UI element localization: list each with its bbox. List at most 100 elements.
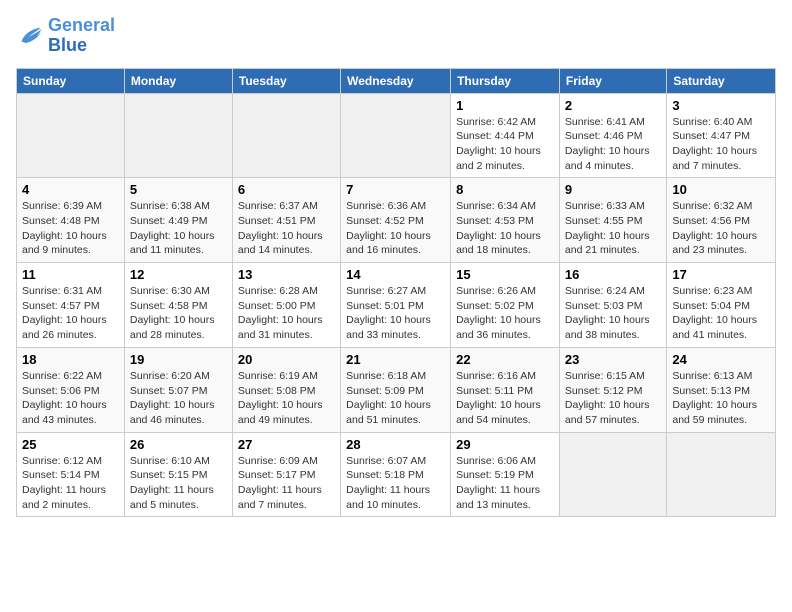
calendar-cell: 18 Sunrise: 6:22 AM Sunset: 5:06 PM Dayl… xyxy=(17,347,125,432)
col-header-wednesday: Wednesday xyxy=(341,68,451,93)
day-number: 18 xyxy=(22,352,119,367)
day-number: 5 xyxy=(130,182,227,197)
calendar-table: SundayMondayTuesdayWednesdayThursdayFrid… xyxy=(16,68,776,518)
calendar-cell: 24 Sunrise: 6:13 AM Sunset: 5:13 PM Dayl… xyxy=(667,347,776,432)
col-header-saturday: Saturday xyxy=(667,68,776,93)
day-number: 23 xyxy=(565,352,661,367)
day-number: 1 xyxy=(456,98,554,113)
calendar-cell: 12 Sunrise: 6:30 AM Sunset: 4:58 PM Dayl… xyxy=(124,263,232,348)
day-number: 22 xyxy=(456,352,554,367)
day-number: 2 xyxy=(565,98,661,113)
day-info: Sunrise: 6:30 AM Sunset: 4:58 PM Dayligh… xyxy=(130,284,227,343)
calendar-cell: 3 Sunrise: 6:40 AM Sunset: 4:47 PM Dayli… xyxy=(667,93,776,178)
calendar-cell: 7 Sunrise: 6:36 AM Sunset: 4:52 PM Dayli… xyxy=(341,178,451,263)
day-info: Sunrise: 6:15 AM Sunset: 5:12 PM Dayligh… xyxy=(565,369,661,428)
day-info: Sunrise: 6:07 AM Sunset: 5:18 PM Dayligh… xyxy=(346,454,445,513)
col-header-friday: Friday xyxy=(559,68,666,93)
calendar-cell: 15 Sunrise: 6:26 AM Sunset: 5:02 PM Dayl… xyxy=(451,263,560,348)
calendar-cell xyxy=(559,432,666,517)
day-info: Sunrise: 6:10 AM Sunset: 5:15 PM Dayligh… xyxy=(130,454,227,513)
calendar-cell: 17 Sunrise: 6:23 AM Sunset: 5:04 PM Dayl… xyxy=(667,263,776,348)
day-info: Sunrise: 6:23 AM Sunset: 5:04 PM Dayligh… xyxy=(672,284,770,343)
day-number: 28 xyxy=(346,437,445,452)
day-info: Sunrise: 6:32 AM Sunset: 4:56 PM Dayligh… xyxy=(672,199,770,258)
logo: General Blue xyxy=(16,16,115,56)
day-number: 3 xyxy=(672,98,770,113)
day-info: Sunrise: 6:31 AM Sunset: 4:57 PM Dayligh… xyxy=(22,284,119,343)
day-info: Sunrise: 6:37 AM Sunset: 4:51 PM Dayligh… xyxy=(238,199,335,258)
day-info: Sunrise: 6:22 AM Sunset: 5:06 PM Dayligh… xyxy=(22,369,119,428)
day-number: 25 xyxy=(22,437,119,452)
day-number: 9 xyxy=(565,182,661,197)
calendar-week-row: 4 Sunrise: 6:39 AM Sunset: 4:48 PM Dayli… xyxy=(17,178,776,263)
day-number: 16 xyxy=(565,267,661,282)
day-number: 19 xyxy=(130,352,227,367)
calendar-cell xyxy=(341,93,451,178)
calendar-cell: 8 Sunrise: 6:34 AM Sunset: 4:53 PM Dayli… xyxy=(451,178,560,263)
logo-text: General Blue xyxy=(48,16,115,56)
day-number: 7 xyxy=(346,182,445,197)
day-number: 24 xyxy=(672,352,770,367)
day-number: 20 xyxy=(238,352,335,367)
calendar-cell: 20 Sunrise: 6:19 AM Sunset: 5:08 PM Dayl… xyxy=(232,347,340,432)
day-number: 26 xyxy=(130,437,227,452)
calendar-cell: 16 Sunrise: 6:24 AM Sunset: 5:03 PM Dayl… xyxy=(559,263,666,348)
calendar-cell: 27 Sunrise: 6:09 AM Sunset: 5:17 PM Dayl… xyxy=(232,432,340,517)
calendar-cell: 14 Sunrise: 6:27 AM Sunset: 5:01 PM Dayl… xyxy=(341,263,451,348)
day-info: Sunrise: 6:40 AM Sunset: 4:47 PM Dayligh… xyxy=(672,115,770,174)
day-number: 27 xyxy=(238,437,335,452)
calendar-cell: 13 Sunrise: 6:28 AM Sunset: 5:00 PM Dayl… xyxy=(232,263,340,348)
calendar-cell: 19 Sunrise: 6:20 AM Sunset: 5:07 PM Dayl… xyxy=(124,347,232,432)
day-info: Sunrise: 6:38 AM Sunset: 4:49 PM Dayligh… xyxy=(130,199,227,258)
day-info: Sunrise: 6:39 AM Sunset: 4:48 PM Dayligh… xyxy=(22,199,119,258)
calendar-cell: 4 Sunrise: 6:39 AM Sunset: 4:48 PM Dayli… xyxy=(17,178,125,263)
calendar-cell xyxy=(124,93,232,178)
day-info: Sunrise: 6:33 AM Sunset: 4:55 PM Dayligh… xyxy=(565,199,661,258)
calendar-header-row: SundayMondayTuesdayWednesdayThursdayFrid… xyxy=(17,68,776,93)
col-header-monday: Monday xyxy=(124,68,232,93)
day-info: Sunrise: 6:18 AM Sunset: 5:09 PM Dayligh… xyxy=(346,369,445,428)
calendar-week-row: 1 Sunrise: 6:42 AM Sunset: 4:44 PM Dayli… xyxy=(17,93,776,178)
calendar-cell: 29 Sunrise: 6:06 AM Sunset: 5:19 PM Dayl… xyxy=(451,432,560,517)
day-info: Sunrise: 6:20 AM Sunset: 5:07 PM Dayligh… xyxy=(130,369,227,428)
day-number: 29 xyxy=(456,437,554,452)
calendar-week-row: 25 Sunrise: 6:12 AM Sunset: 5:14 PM Dayl… xyxy=(17,432,776,517)
day-info: Sunrise: 6:16 AM Sunset: 5:11 PM Dayligh… xyxy=(456,369,554,428)
calendar-week-row: 18 Sunrise: 6:22 AM Sunset: 5:06 PM Dayl… xyxy=(17,347,776,432)
calendar-cell: 9 Sunrise: 6:33 AM Sunset: 4:55 PM Dayli… xyxy=(559,178,666,263)
day-info: Sunrise: 6:19 AM Sunset: 5:08 PM Dayligh… xyxy=(238,369,335,428)
logo-icon xyxy=(16,22,44,50)
calendar-cell xyxy=(232,93,340,178)
calendar-cell: 23 Sunrise: 6:15 AM Sunset: 5:12 PM Dayl… xyxy=(559,347,666,432)
day-info: Sunrise: 6:27 AM Sunset: 5:01 PM Dayligh… xyxy=(346,284,445,343)
day-info: Sunrise: 6:34 AM Sunset: 4:53 PM Dayligh… xyxy=(456,199,554,258)
day-info: Sunrise: 6:28 AM Sunset: 5:00 PM Dayligh… xyxy=(238,284,335,343)
calendar-cell: 5 Sunrise: 6:38 AM Sunset: 4:49 PM Dayli… xyxy=(124,178,232,263)
day-number: 14 xyxy=(346,267,445,282)
day-info: Sunrise: 6:42 AM Sunset: 4:44 PM Dayligh… xyxy=(456,115,554,174)
day-number: 17 xyxy=(672,267,770,282)
day-info: Sunrise: 6:36 AM Sunset: 4:52 PM Dayligh… xyxy=(346,199,445,258)
day-info: Sunrise: 6:41 AM Sunset: 4:46 PM Dayligh… xyxy=(565,115,661,174)
day-info: Sunrise: 6:06 AM Sunset: 5:19 PM Dayligh… xyxy=(456,454,554,513)
day-number: 15 xyxy=(456,267,554,282)
day-info: Sunrise: 6:12 AM Sunset: 5:14 PM Dayligh… xyxy=(22,454,119,513)
calendar-cell xyxy=(667,432,776,517)
calendar-cell: 22 Sunrise: 6:16 AM Sunset: 5:11 PM Dayl… xyxy=(451,347,560,432)
calendar-cell xyxy=(17,93,125,178)
day-info: Sunrise: 6:24 AM Sunset: 5:03 PM Dayligh… xyxy=(565,284,661,343)
col-header-tuesday: Tuesday xyxy=(232,68,340,93)
calendar-cell: 26 Sunrise: 6:10 AM Sunset: 5:15 PM Dayl… xyxy=(124,432,232,517)
calendar-cell: 6 Sunrise: 6:37 AM Sunset: 4:51 PM Dayli… xyxy=(232,178,340,263)
day-info: Sunrise: 6:26 AM Sunset: 5:02 PM Dayligh… xyxy=(456,284,554,343)
calendar-cell: 10 Sunrise: 6:32 AM Sunset: 4:56 PM Dayl… xyxy=(667,178,776,263)
calendar-cell: 11 Sunrise: 6:31 AM Sunset: 4:57 PM Dayl… xyxy=(17,263,125,348)
calendar-cell: 28 Sunrise: 6:07 AM Sunset: 5:18 PM Dayl… xyxy=(341,432,451,517)
page-header: General Blue xyxy=(16,16,776,56)
day-number: 13 xyxy=(238,267,335,282)
day-number: 11 xyxy=(22,267,119,282)
day-number: 21 xyxy=(346,352,445,367)
col-header-sunday: Sunday xyxy=(17,68,125,93)
day-number: 10 xyxy=(672,182,770,197)
day-info: Sunrise: 6:13 AM Sunset: 5:13 PM Dayligh… xyxy=(672,369,770,428)
